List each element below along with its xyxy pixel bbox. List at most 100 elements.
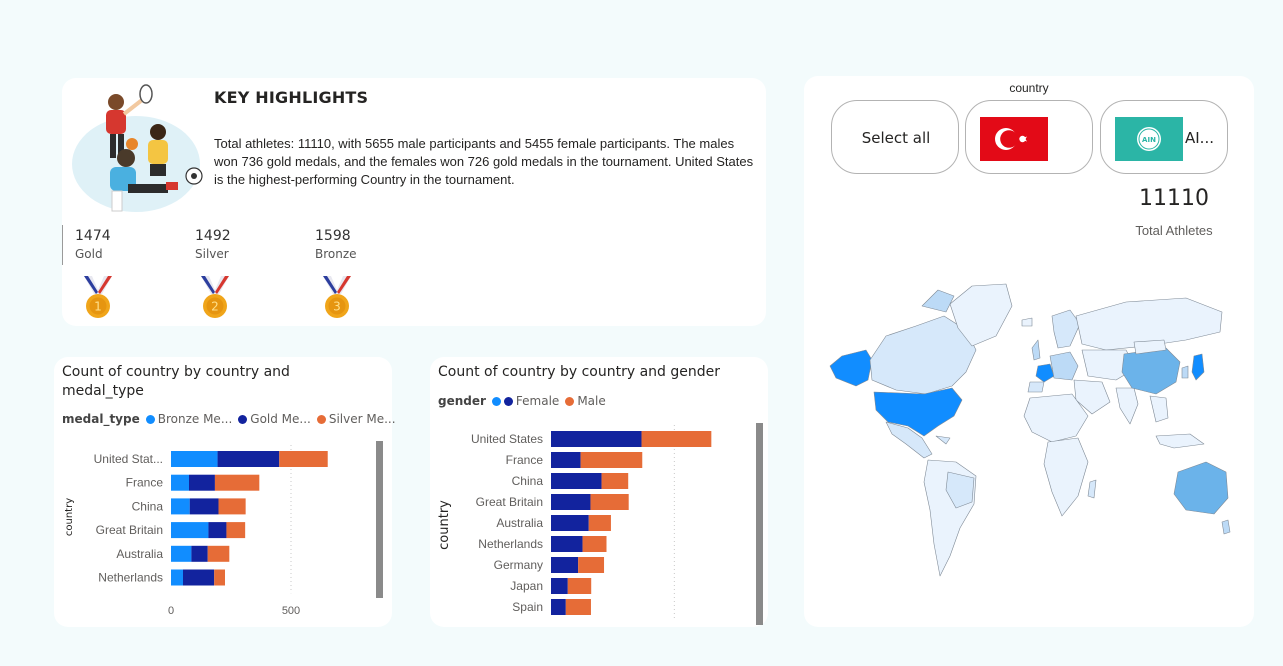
map-region-iceland [1021, 317, 1033, 327]
silver-medal-stat: 1492 Silver 2 [195, 228, 305, 318]
category-label: Australia [116, 547, 163, 561]
bar-segment[interactable] [551, 599, 566, 615]
bar-segment[interactable] [551, 494, 591, 510]
medal-number: 3 [333, 300, 341, 314]
turkey-flag-icon [980, 117, 1048, 161]
category-label: Great Britain [96, 523, 163, 537]
bar-segment[interactable] [565, 599, 591, 615]
category-label: United States [471, 432, 543, 446]
gender-chart-card[interactable]: Count of country by country and gender g… [430, 357, 768, 627]
bar-segment[interactable] [551, 431, 642, 447]
map-region-scandinavia [1051, 309, 1081, 349]
category-label: France [126, 476, 164, 490]
total-athletes-value: 11110 [1139, 186, 1209, 211]
divider [62, 225, 63, 265]
silver-count: 1492 [195, 228, 231, 244]
y-axis-title: country [64, 498, 75, 536]
gold-count: 1474 [75, 228, 111, 244]
category-label: Netherlands [478, 537, 543, 551]
athletes-illustration [72, 84, 203, 212]
highlights-summary: Total athletes: 11110, with 5655 male pa… [214, 136, 754, 187]
silver-label: Silver [195, 247, 229, 261]
bar-segment[interactable] [590, 494, 629, 510]
key-highlights-card: KEY HIGHLIGHTS Total athletes: 11110, wi… [62, 78, 766, 326]
bar-segment[interactable] [191, 545, 208, 562]
slicer-title: country [1009, 81, 1049, 95]
map-region-europe [1049, 351, 1079, 381]
bar-segment[interactable] [217, 451, 280, 467]
map-region-indonesia [1155, 433, 1205, 449]
world-map[interactable] [826, 276, 1231, 611]
category-label: United Stat... [94, 452, 163, 466]
category-label: Japan [510, 579, 543, 593]
category-label: France [506, 453, 544, 467]
silver-medal-icon: 2 [201, 276, 229, 318]
map-region-australia [1173, 461, 1229, 515]
bar-segment[interactable] [551, 473, 602, 489]
bar-segment[interactable] [578, 557, 605, 573]
bar-segment[interactable] [171, 522, 209, 539]
bar-segment[interactable] [551, 452, 581, 468]
bar-segment[interactable] [208, 522, 227, 539]
y-axis-title: country [437, 500, 452, 550]
bar-segment[interactable] [641, 431, 712, 447]
bar-segment[interactable] [207, 545, 230, 562]
scrollbar-thumb[interactable] [756, 423, 763, 625]
bar-segment[interactable] [171, 545, 192, 562]
bar-segment[interactable] [551, 515, 589, 531]
category-label: Australia [496, 516, 543, 530]
category-label: Great Britain [476, 495, 543, 509]
medal-type-bar-chart[interactable]: 0 500 United Stat... France China Great Brita… [54, 357, 392, 627]
map-region-usa [873, 387, 963, 437]
category-label: China [512, 474, 544, 488]
gold-medal-stat: 1474 Gold 1 [75, 228, 185, 318]
category-label: Netherlands [98, 571, 163, 585]
bar-segment[interactable] [279, 451, 328, 467]
gender-bar-chart[interactable]: 0500United StatesFranceChinaGreat Britai… [430, 357, 768, 627]
country-map-card: country Select all AIN AI... 11110 Total… [804, 76, 1254, 627]
medal-type-chart-card[interactable]: Count of country by country and medal_ty… [54, 357, 396, 627]
ain-tile[interactable]: AIN AI... [1100, 100, 1228, 174]
bar-segment[interactable] [214, 569, 225, 586]
gold-label: Gold [75, 247, 103, 261]
map-region-alaska [829, 349, 873, 387]
ain-badge-text: AIN [1142, 136, 1156, 144]
bar-segment[interactable] [171, 474, 189, 491]
turkey-tile[interactable] [965, 100, 1093, 174]
bar-segment[interactable] [601, 473, 629, 489]
bar-segment[interactable] [189, 498, 219, 515]
bar-segment[interactable] [218, 498, 246, 515]
map-region-caribbean [935, 435, 951, 445]
category-label: China [132, 499, 164, 513]
map-region-southeast-asia [1149, 395, 1169, 423]
bronze-medal-stat: 1598 Bronze 3 [315, 228, 425, 318]
ain-flag-icon: AIN [1115, 117, 1183, 161]
bar-segment[interactable] [580, 452, 643, 468]
bar-segment[interactable] [551, 578, 568, 594]
bar-segment[interactable] [183, 569, 215, 586]
tile-label: AI... [1185, 129, 1214, 147]
bar-segment[interactable] [582, 536, 607, 552]
medal-number: 1 [94, 300, 102, 314]
category-label: Germany [494, 558, 543, 572]
bar-segment[interactable] [171, 451, 218, 467]
x-tick-label: 0 [168, 605, 174, 617]
bar-segment[interactable] [214, 474, 260, 491]
bar-segment[interactable] [567, 578, 592, 594]
map-region-uk [1031, 339, 1041, 361]
map-region-spain [1027, 381, 1045, 393]
select-all-tile[interactable]: Select all [831, 100, 959, 174]
map-region-china [1121, 347, 1181, 395]
bar-segment[interactable] [171, 569, 183, 586]
scrollbar-thumb[interactable] [376, 441, 383, 598]
bar-segment[interactable] [171, 498, 190, 515]
bar-segment[interactable] [551, 557, 579, 573]
bar-segment[interactable] [588, 515, 611, 531]
bar-segment[interactable] [226, 522, 246, 539]
map-region-india [1115, 387, 1139, 425]
bar-segment[interactable] [189, 474, 215, 491]
bar-segment[interactable] [551, 536, 583, 552]
map-region-south-africa [1043, 437, 1089, 517]
map-region-madagascar [1087, 479, 1097, 499]
category-label: Spain [512, 600, 543, 614]
